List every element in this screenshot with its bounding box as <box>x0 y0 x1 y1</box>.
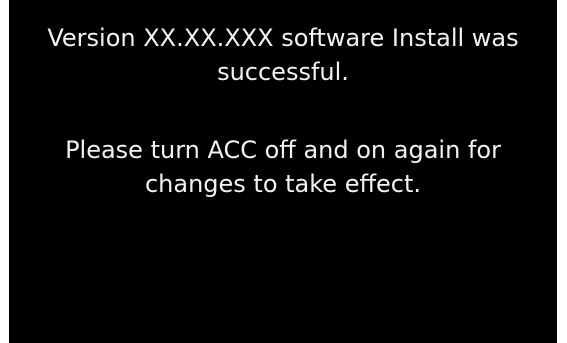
restart-message-line-1: Please turn ACC off and on again for <box>65 136 501 164</box>
install-message-line-2: successful. <box>217 58 349 86</box>
restart-instruction-message: Please turn ACC off and on again for cha… <box>9 133 557 201</box>
restart-message-line-2: changes to take effect. <box>144 170 422 198</box>
install-success-message: Version XX.XX.XXX software Install was s… <box>9 21 557 89</box>
infotainment-screen: Version XX.XX.XXX software Install was s… <box>9 0 557 343</box>
display-frame: Version XX.XX.XXX software Install was s… <box>0 0 567 343</box>
install-message-line-1: Version XX.XX.XXX software Install was <box>47 24 519 52</box>
